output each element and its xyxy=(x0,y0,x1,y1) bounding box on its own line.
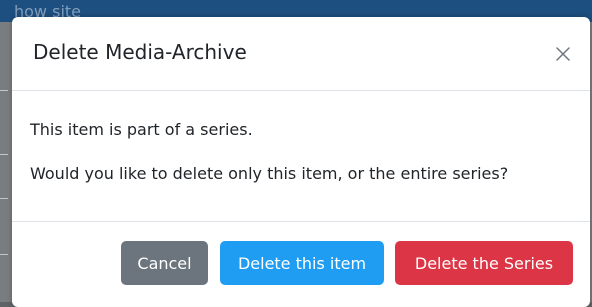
background-divider xyxy=(0,154,8,155)
delete-series-button[interactable]: Delete the Series xyxy=(395,241,573,285)
delete-item-button[interactable]: Delete this item xyxy=(220,241,384,285)
dialog-body: This item is part of a series. Would you… xyxy=(12,91,590,221)
dialog-message-line-2: Would you like to delete only this item,… xyxy=(30,164,509,183)
delete-dialog: Delete Media-Archive This item is part o… xyxy=(12,17,590,307)
dialog-title: Delete Media-Archive xyxy=(33,40,247,64)
background-divider xyxy=(0,198,8,199)
dialog-header: Delete Media-Archive xyxy=(12,17,590,91)
close-button[interactable] xyxy=(552,43,574,65)
cancel-button[interactable]: Cancel xyxy=(121,241,208,285)
dialog-footer: Cancel Delete this item Delete the Serie… xyxy=(12,221,590,307)
background-divider xyxy=(0,254,8,255)
close-icon xyxy=(556,47,570,61)
dialog-message-line-1: This item is part of a series. xyxy=(30,120,253,139)
background-divider xyxy=(0,90,8,91)
